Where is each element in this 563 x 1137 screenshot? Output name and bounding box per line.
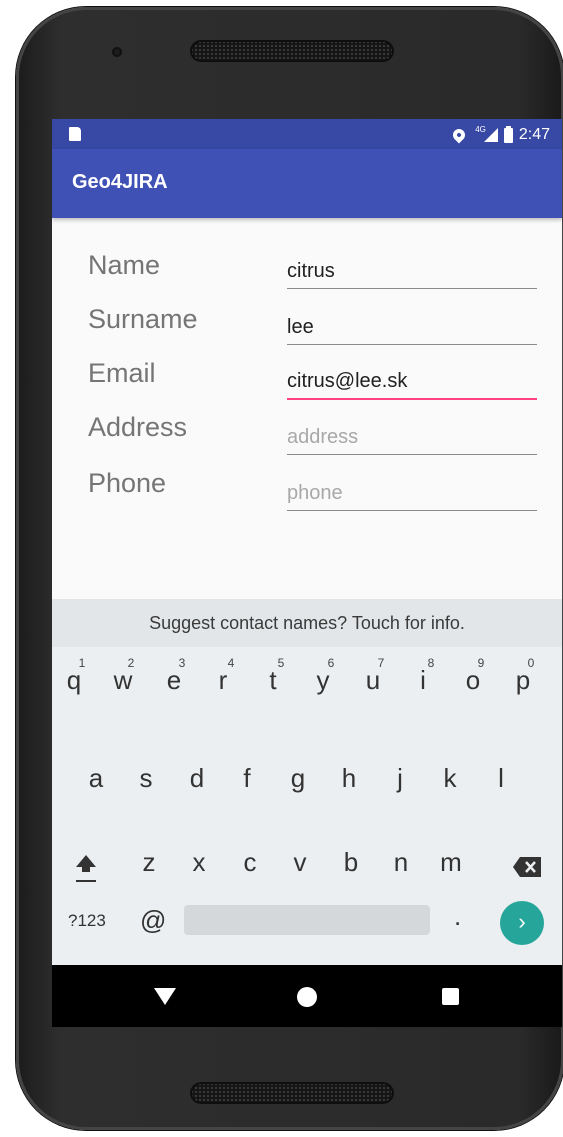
key-c[interactable]: c — [228, 847, 272, 878]
key-hint-8: 8 — [427, 656, 435, 670]
surname-row: Surname — [52, 300, 562, 356]
suggestion-strip[interactable]: Suggest contact names? Touch for info. — [52, 599, 562, 647]
earpiece-speaker — [190, 40, 394, 62]
key-z[interactable]: z — [127, 847, 171, 878]
soft-keyboard: Suggest contact names? Touch for info. q… — [52, 599, 562, 965]
key-hint-7: 7 — [377, 656, 385, 670]
clock: 2:47 — [518, 126, 550, 143]
key-f[interactable]: f — [225, 763, 269, 794]
key-hint-9: 9 — [477, 656, 485, 670]
email-label: Email — [88, 358, 156, 388]
navigation-bar — [52, 965, 562, 1027]
chevron-right-icon: › — [518, 909, 526, 934]
enter-key[interactable]: › — [500, 901, 544, 945]
back-icon[interactable] — [154, 988, 176, 1005]
phone-field[interactable] — [287, 480, 537, 511]
app-title: Geo4JIRA — [72, 171, 168, 193]
key-v[interactable]: v — [278, 847, 322, 878]
surname-label: Surname — [88, 304, 198, 334]
key-n[interactable]: n — [379, 847, 423, 878]
email-row: Email — [52, 356, 562, 412]
name-row: Name — [52, 244, 562, 300]
signal-icon — [483, 128, 498, 142]
address-field[interactable] — [287, 424, 537, 455]
key-s[interactable]: s — [124, 763, 168, 794]
phone-label: Phone — [88, 468, 167, 498]
period-key[interactable]: . — [454, 901, 461, 932]
phone-row: Phone — [52, 468, 562, 524]
key-x[interactable]: x — [177, 847, 221, 878]
bottom-speaker — [190, 1082, 394, 1104]
email-field[interactable] — [287, 368, 537, 400]
backspace-icon[interactable] — [512, 856, 542, 878]
location-icon — [450, 126, 468, 144]
battery-icon — [503, 125, 513, 143]
status-icons: 4G 2:47 — [450, 125, 550, 145]
key-j[interactable]: j — [378, 763, 422, 794]
status-bar: 4G 2:47 — [52, 119, 562, 149]
key-hint-4: 4 — [227, 656, 235, 670]
key-hint-0: 0 — [527, 656, 535, 670]
key-hint-6: 6 — [327, 656, 335, 670]
surname-field[interactable] — [287, 314, 537, 345]
home-icon[interactable] — [297, 987, 317, 1007]
key-g[interactable]: g — [276, 763, 320, 794]
screen: 4G 2:47 Geo4JIRA Name Surname Email — [52, 119, 562, 1027]
key-l[interactable]: l — [479, 763, 523, 794]
key-hint-5: 5 — [277, 656, 285, 670]
key-hint-2: 2 — [127, 656, 135, 670]
sd-card-icon — [69, 127, 81, 141]
front-camera — [112, 47, 122, 57]
key-b[interactable]: b — [329, 847, 373, 878]
space-key[interactable] — [184, 905, 430, 935]
key-a[interactable]: a — [74, 763, 118, 794]
key-hint-1: 1 — [78, 656, 86, 670]
key-m[interactable]: m — [429, 847, 473, 878]
key-k[interactable]: k — [428, 763, 472, 794]
name-field[interactable] — [287, 258, 537, 289]
shift-icon[interactable] — [74, 853, 98, 883]
name-label: Name — [88, 250, 161, 280]
phone-frame: 4G 2:47 Geo4JIRA Name Surname Email — [16, 7, 563, 1130]
key-hint-3: 3 — [178, 656, 186, 670]
app-bar: Geo4JIRA — [52, 149, 562, 218]
symbols-key[interactable]: ?123 — [68, 911, 106, 931]
address-row: Address — [52, 412, 562, 468]
recents-icon[interactable] — [442, 988, 459, 1005]
at-key[interactable]: @ — [140, 905, 166, 936]
address-label: Address — [88, 412, 188, 442]
key-h[interactable]: h — [327, 763, 371, 794]
key-d[interactable]: d — [175, 763, 219, 794]
